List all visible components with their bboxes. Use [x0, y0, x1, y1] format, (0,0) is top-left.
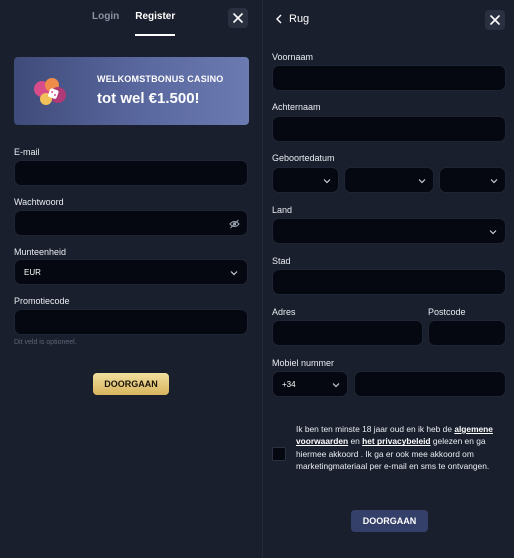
birth-month-select[interactable]: [344, 167, 434, 193]
privacy-policy-link[interactable]: het privacybeleid: [362, 436, 430, 446]
chevron-down-icon: [489, 230, 497, 235]
continue-button[interactable]: DOORGAAN: [351, 510, 428, 532]
country-label: Land: [272, 205, 293, 215]
dice-art-icon: [34, 78, 66, 105]
email-label: E-mail: [14, 147, 40, 157]
welcome-bonus-banner[interactable]: WELKOMSTBONUS CASINO tot wel €1.500!: [14, 57, 249, 125]
auth-tabs: Login Register: [92, 11, 176, 36]
password-label: Wachtwoord: [14, 197, 64, 207]
login-register-panel: Login Register WELKOMSTBONUS CASINO tot …: [0, 0, 262, 558]
banner-headline: WELKOMSTBONUS CASINO: [97, 74, 224, 84]
back-button[interactable]: Rug: [275, 13, 309, 25]
chevron-down-icon: [230, 271, 238, 276]
address-label: Adres: [272, 307, 296, 317]
close-button[interactable]: [228, 8, 248, 28]
close-icon: [490, 15, 500, 25]
terms-checkbox[interactable]: [272, 447, 286, 461]
email-input[interactable]: [14, 160, 248, 186]
terms-text: Ik ben ten minste 18 jaar oud en ik heb …: [296, 423, 496, 472]
phone-prefix-select[interactable]: +34: [272, 371, 348, 397]
tab-register[interactable]: Register: [135, 11, 176, 36]
banner-amount: tot wel €1.500!: [97, 90, 200, 107]
lastname-label: Achternaam: [272, 102, 321, 112]
lastname-input[interactable]: [272, 116, 506, 142]
terms-part-2: en: [348, 436, 363, 447]
promo-hint: Dit veld is optioneel.: [14, 339, 77, 346]
country-select[interactable]: [272, 218, 506, 244]
personal-details-panel: Rug Voornaam Achternaam Geboortedatum La…: [262, 0, 514, 558]
currency-label: Munteenheid: [14, 247, 67, 257]
eye-off-icon[interactable]: [229, 219, 240, 229]
mobile-number-input[interactable]: [354, 371, 506, 397]
phone-prefix-value: +34: [282, 380, 296, 389]
promo-label: Promotiecode: [14, 296, 70, 306]
currency-value: EUR: [24, 268, 41, 277]
birth-year-select[interactable]: [439, 167, 506, 193]
firstname-label: Voornaam: [272, 52, 314, 62]
tab-login[interactable]: Login: [92, 11, 119, 36]
postcode-label: Postcode: [428, 307, 466, 317]
chevron-down-icon: [418, 179, 426, 184]
continue-button[interactable]: DOORGAAN: [93, 373, 169, 395]
chevron-down-icon: [323, 179, 331, 184]
city-label: Stad: [272, 256, 291, 266]
back-label: Rug: [289, 13, 310, 25]
chevron-down-icon: [332, 383, 340, 388]
birth-day-select[interactable]: [272, 167, 339, 193]
close-icon: [233, 13, 243, 23]
close-button[interactable]: [485, 10, 505, 30]
chevron-left-icon: [276, 14, 282, 24]
address-input[interactable]: [272, 320, 423, 346]
currency-select[interactable]: EUR: [14, 259, 248, 285]
city-input[interactable]: [272, 269, 506, 295]
chevron-down-icon: [490, 179, 498, 184]
terms-part-1: Ik ben ten minste 18 jaar oud en ik heb …: [296, 424, 455, 434]
firstname-input[interactable]: [272, 65, 506, 91]
promo-code-input[interactable]: [14, 309, 248, 335]
password-input[interactable]: [14, 210, 248, 236]
mobile-label: Mobiel nummer: [272, 358, 335, 368]
birthdate-label: Geboortedatum: [272, 153, 335, 163]
postcode-input[interactable]: [428, 320, 506, 346]
